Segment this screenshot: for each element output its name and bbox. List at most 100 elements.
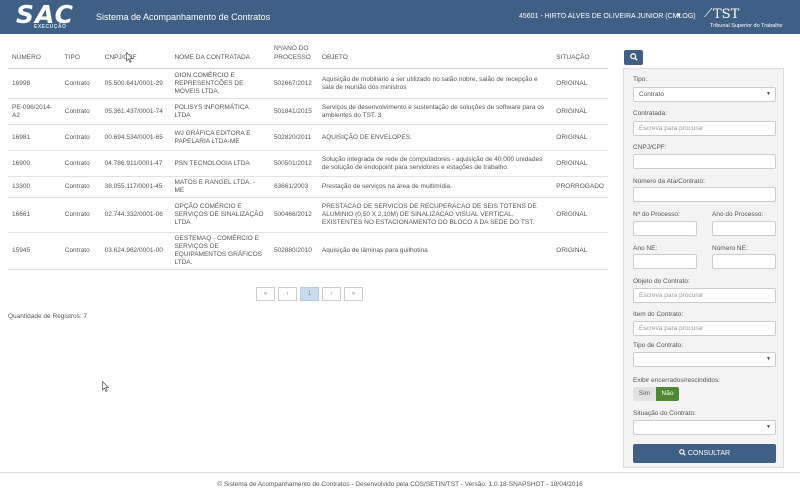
nao-option[interactable]: Não	[656, 387, 679, 401]
cell-objeto: PRESTACAO DE SERVICOS DE RECUPERACAO DE …	[317, 197, 553, 233]
col-processo[interactable]: Nº/ANO DO PROCESSO	[269, 44, 318, 69]
sac-logo[interactable]: SAC EXECUÇÃO	[16, 0, 73, 31]
table-header-row: NÚMERO TIPO CNPJ/CPF NOME DA CONTRATADA …	[8, 44, 608, 69]
cnpj-input[interactable]	[633, 154, 776, 169]
cnpj-label: CNPJ/CPF:	[633, 144, 667, 151]
cell-processo: 501841/2015	[269, 98, 318, 125]
tst-logo: ⟋ TST Tribunal Superior do Trabalho	[704, 5, 794, 31]
user-menu[interactable]: 45601 - HIRTO ALVES DE OLIVEIRA JUNIOR (…	[519, 13, 696, 20]
item-input[interactable]: Escreva para procurar	[633, 321, 776, 336]
ano-processo-input[interactable]	[712, 221, 776, 236]
objeto-input[interactable]: Escreva para procurar	[633, 288, 776, 303]
ata-input[interactable]	[633, 187, 776, 202]
cell-nome: MATOS E RANGEL LTDA. - ME	[170, 176, 270, 198]
cell-situacao: ORIGINAL	[552, 232, 608, 270]
sim-option[interactable]: Sim	[633, 387, 656, 401]
cell-numero: 16981	[8, 124, 61, 151]
col-cnpj[interactable]: CNPJ/CPF	[100, 44, 171, 69]
cell-cnpj: 05.361.437/0001-74	[100, 98, 171, 125]
tipo-contrato-select[interactable]: ▼	[633, 352, 776, 367]
cell-tipo: Contrato	[60, 197, 101, 233]
contracts-table: NÚMERO TIPO CNPJ/CPF NOME DA CONTRATADA …	[8, 44, 608, 270]
table-row[interactable]: 16900 Contrato 04.786.911/0001-47 PSN TE…	[8, 150, 608, 177]
logo-subtext: EXECUÇÃO	[34, 24, 67, 30]
chevron-down-icon: ▼	[766, 424, 771, 430]
tipo-label: Tipo:	[633, 76, 648, 83]
ano-processo-label: Ano do Processo:	[712, 211, 764, 218]
item-label: Item do Contrato:	[633, 311, 684, 318]
cell-nome: POLISYS INFORMÁTICA LTDA	[170, 98, 270, 125]
tipo-select[interactable]: Contrato ▼	[633, 87, 776, 102]
cell-objeto: Aquisição de lâminas para guilhotina	[317, 232, 553, 270]
first-page-button[interactable]: «	[256, 287, 275, 301]
cell-situacao: ORIGINAL	[552, 124, 608, 151]
cell-situacao: ORIGINAL	[552, 197, 608, 233]
col-nome[interactable]: NOME DA CONTRATADA	[170, 44, 270, 69]
numero-ne-input[interactable]	[712, 254, 776, 269]
contratada-input[interactable]: Escreva para procurar	[633, 121, 776, 136]
cell-objeto: Serviços de desenvolvimento e sustentaçã…	[317, 98, 553, 125]
cell-cnpj: 02.744.332/0001-06	[100, 197, 171, 233]
table-row[interactable]: 15945 Contrato 03.624.962/0001-00 GESTEM…	[8, 232, 608, 270]
contratada-label: Contratada:	[633, 110, 667, 117]
col-objeto[interactable]: OBJETO	[317, 44, 553, 69]
cell-tipo: Contrato	[60, 68, 101, 99]
next-page-button[interactable]: ›	[322, 287, 341, 301]
numero-ne-label: Número NE:	[712, 245, 748, 252]
cell-processo: 63661/2003	[269, 176, 318, 198]
cell-situacao: PRORROGADO	[552, 176, 608, 198]
consultar-button[interactable]: CONSULTAR	[633, 444, 776, 463]
mouse-cursor-icon	[102, 381, 109, 392]
table-row[interactable]: 16981 Contrato 00.694.534/0001-65 WJ GRÁ…	[8, 124, 608, 151]
cell-processo: 502667/2012	[269, 68, 318, 99]
ata-label: Número da Ata/Contrato:	[633, 178, 705, 185]
cell-tipo: Contrato	[60, 232, 101, 270]
encerrados-label: Exibir encerrados/rescindidos:	[633, 377, 721, 384]
col-tipo[interactable]: TIPO	[60, 44, 101, 69]
cell-nome: GION COMÉRCIO E REPRESENTCÕES DE MÓVEIS …	[170, 68, 270, 99]
toggle-filters-button[interactable]	[624, 50, 643, 65]
situacao-select[interactable]: ▼	[633, 420, 776, 435]
encerrados-toggle: Sim Não	[633, 387, 679, 401]
cell-cnpj: 38.055.117/0001-45	[100, 176, 171, 198]
top-navbar: SAC EXECUÇÃO Sistema de Acompanhamento d…	[0, 0, 800, 34]
table-row[interactable]: 16998 Contrato 05.500.641/0001-29 GION C…	[8, 68, 608, 99]
last-page-button[interactable]: »	[344, 287, 363, 301]
situacao-label: Situação do Contrato:	[633, 410, 696, 417]
col-numero[interactable]: NÚMERO	[8, 44, 61, 69]
cell-numero: 16998	[8, 68, 61, 99]
cell-tipo: Contrato	[60, 176, 101, 198]
tipo-select-value: Contrato	[639, 91, 664, 98]
cell-processo: 502820/2011	[269, 124, 318, 151]
ano-ne-input[interactable]	[633, 254, 697, 269]
record-count: Quantidade de Registros: 7	[8, 313, 88, 320]
cell-cnpj: 04.786.911/0001-47	[100, 150, 171, 177]
table-row[interactable]: PE-096/2014-A2 Contrato 05.361.437/0001-…	[8, 98, 608, 125]
cell-situacao: ORIGINAL	[552, 68, 608, 99]
cell-numero: PE-096/2014-A2	[8, 98, 61, 125]
cell-nome: GESTEMAQ - COMÉRCIO E SERVIÇOS DE EQUIPA…	[170, 232, 270, 270]
table-row[interactable]: 16661 Contrato 02.744.332/0001-06 OPÇÃO …	[8, 197, 608, 233]
cell-situacao: ORIGINAL	[552, 150, 608, 177]
cell-numero: 16661	[8, 197, 61, 233]
table-row[interactable]: 13300 Contrato 38.055.117/0001-45 MATOS …	[8, 176, 608, 198]
chevron-down-icon: ▼	[766, 356, 771, 362]
cell-tipo: Contrato	[60, 98, 101, 125]
app-title: Sistema de Acompanhamento de Contratos	[96, 12, 271, 22]
cell-objeto: Prestação de serviços na área de multimí…	[317, 176, 553, 198]
col-situacao[interactable]: SITUAÇÃO	[552, 44, 608, 69]
cell-objeto: AQUISIÇÃO DE ENVELOPES.	[317, 124, 553, 151]
prev-page-button[interactable]: ‹	[278, 287, 297, 301]
cell-nome: OPÇÃO COMÉRCIO E SERVIÇOS DE SINALIZAÇÃO…	[170, 197, 270, 233]
cell-processo: 502880/2010	[269, 232, 318, 270]
processo-label: Nº do Processo:	[633, 211, 680, 218]
page-1-button[interactable]: 1	[300, 287, 319, 301]
cell-situacao: ORIGINAL	[552, 98, 608, 125]
cell-tipo: Contrato	[60, 124, 101, 151]
search-icon	[629, 53, 638, 61]
search-icon	[679, 449, 686, 456]
processo-input[interactable]	[633, 221, 697, 236]
cell-cnpj: 05.500.641/0001-29	[100, 68, 171, 99]
chevron-down-icon[interactable]: ▼	[676, 13, 682, 19]
cell-nome: PSN TECNOLOGIA LTDA	[170, 150, 270, 177]
